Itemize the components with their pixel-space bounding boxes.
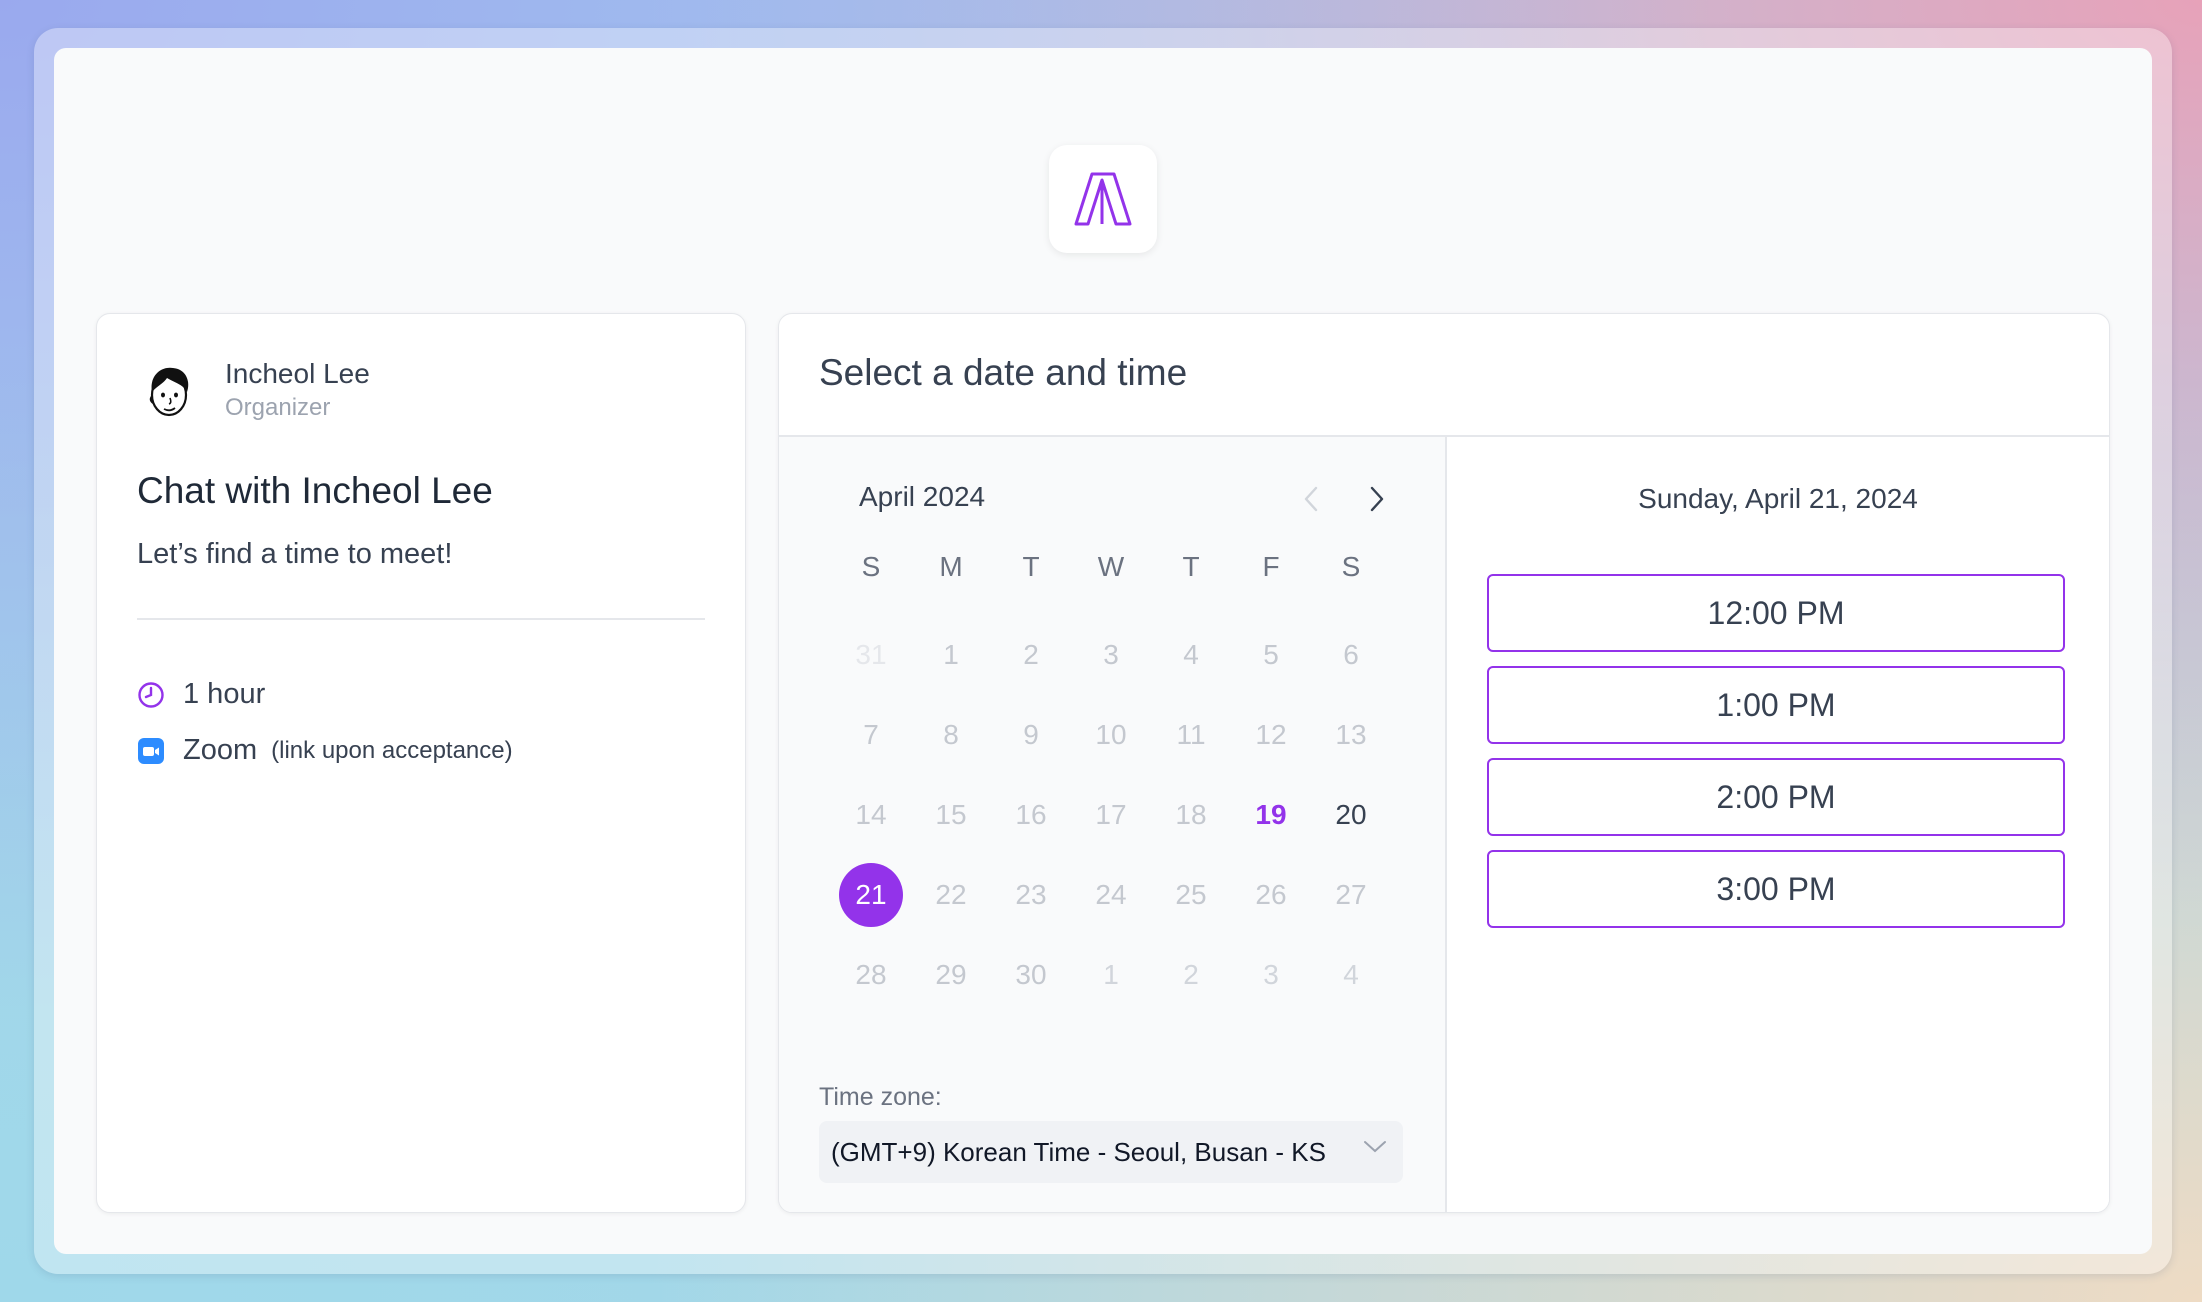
chevron-left-icon	[1304, 486, 1318, 512]
timezone-select[interactable]: (GMT+9) Korean Time - Seoul, Busan - KS	[819, 1121, 1403, 1183]
weekday-header: W	[1097, 551, 1125, 582]
calendar-day: 2	[1183, 959, 1199, 990]
chevron-down-icon	[1364, 1141, 1386, 1153]
event-description: Let’s find a time to meet!	[137, 538, 453, 570]
timezone-value: (GMT+9) Korean Time - Seoul, Busan - KS	[831, 1136, 1326, 1167]
location-note: (link upon acceptance)	[271, 736, 513, 764]
location-row: Zoom (link upon acceptance)	[137, 734, 513, 767]
brand-logo-icon	[1074, 172, 1132, 226]
timezone-label: Time zone:	[819, 1083, 942, 1111]
time-slot-button[interactable]: 1:00 PM	[1487, 666, 2065, 744]
calendar-day: 10	[1095, 719, 1127, 750]
month-label: April 2024	[859, 481, 986, 512]
calendar-day: 5	[1263, 639, 1279, 670]
calendar-day: 4	[1183, 639, 1199, 670]
weekday-header: S	[861, 551, 881, 582]
duration-row: 1 hour	[137, 678, 265, 711]
calendar-day: 1	[943, 639, 959, 670]
event-title: Chat with Incheol Lee	[137, 470, 493, 511]
calendar-day: 28	[855, 959, 887, 990]
calendar-day: 23	[1015, 879, 1047, 910]
calendar-day: 11	[1176, 719, 1206, 750]
calendar-day: 25	[1175, 879, 1207, 910]
calendar-day: 29	[935, 959, 967, 990]
location-text: Zoom	[183, 734, 258, 766]
calendar-day: 3	[1263, 959, 1279, 990]
calendar-day: 8	[943, 719, 959, 750]
calendar-day: 16	[1015, 799, 1047, 830]
calendar-day: 14	[855, 799, 887, 830]
chevron-right-icon	[1370, 486, 1384, 512]
time-slot-button[interactable]: 3:00 PM	[1487, 850, 2065, 928]
calendar-day: 17	[1095, 799, 1127, 830]
scheduler-card: Select a date and time April 2024 S M T W T F…	[778, 313, 2110, 1213]
calendar-day: 2	[1023, 639, 1039, 670]
avatar	[143, 362, 195, 420]
divider	[137, 618, 705, 620]
weekday-header: T	[1182, 551, 1200, 582]
clock-icon	[137, 681, 165, 709]
calendar-day: 4	[1343, 959, 1359, 990]
event-details-card: Incheol Lee Organizer Chat with Incheol …	[96, 313, 746, 1213]
calendar-day: 7	[863, 719, 879, 750]
prev-month-button[interactable]	[1293, 481, 1329, 517]
calendar-day[interactable]: 20	[1316, 783, 1386, 847]
calendar-day: 9	[1023, 719, 1039, 750]
weekday-header: T	[1022, 551, 1040, 582]
calendar-day: 24	[1095, 879, 1127, 910]
zoom-icon	[137, 737, 165, 765]
calendar-day: 15	[935, 799, 967, 830]
calendar-day: 12	[1255, 719, 1287, 750]
calendar-day: 3	[1103, 639, 1119, 670]
calendar-day: 1	[1103, 959, 1119, 990]
calendar-day: 6	[1343, 639, 1359, 670]
time-slots-pane: Sunday, April 21, 2024 12:00 PM 1:00 PM 2:…	[1447, 437, 2109, 1212]
next-month-button[interactable]	[1359, 481, 1395, 517]
brand-logo	[1049, 145, 1157, 253]
weekday-header: M	[939, 551, 963, 582]
selected-date-label: Sunday, April 21, 2024	[1638, 483, 1918, 514]
scheduler-title: Select a date and time	[819, 352, 1188, 393]
calendar-day: 13	[1335, 719, 1367, 750]
calendar-day: 22	[935, 879, 967, 910]
time-slot-button[interactable]: 2:00 PM	[1487, 758, 2065, 836]
calendar-day: 30	[1015, 959, 1047, 990]
today-day[interactable]: 19	[1236, 783, 1306, 847]
calendar-day: 26	[1255, 879, 1287, 910]
time-slot-button[interactable]: 12:00 PM	[1487, 574, 2065, 652]
calendar-day: 18	[1175, 799, 1207, 830]
weekday-header: S	[1341, 551, 1361, 582]
calendar-day: 27	[1335, 879, 1367, 910]
duration-text: 1 hour	[183, 678, 266, 710]
selected-day[interactable]: 21	[836, 863, 906, 927]
organizer-role: Organizer	[225, 394, 331, 421]
calendar-day: 31	[855, 639, 887, 670]
weekday-header: F	[1262, 551, 1280, 582]
calendar: April 2024 S M T W T F S 31 1 2 3 4 5 6 7 8 9 10 11 12 13 14 1…	[779, 437, 1445, 1212]
organizer-name: Incheol Lee	[225, 358, 370, 389]
